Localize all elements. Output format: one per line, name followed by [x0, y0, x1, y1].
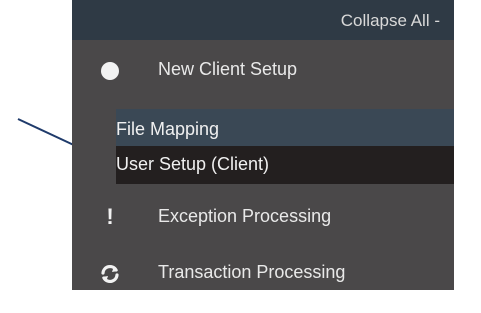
menu-item-label: New Client Setup — [158, 59, 298, 79]
submenu-item-user-setup[interactable]: User Setup (Client) — [116, 146, 454, 184]
submenu-item-label: User Setup (Client) — [116, 154, 270, 174]
panel-header: Collapse All - — [72, 0, 454, 40]
menu-item-label: Exception Processing — [158, 206, 332, 226]
menu-item-new-client-setup[interactable]: New Client Setup — [72, 53, 454, 87]
submenu-item-label: File Mapping — [116, 119, 220, 139]
menu-item-transaction-processing[interactable]: Transaction Processing — [72, 260, 454, 290]
collapse-all-button[interactable]: Collapse All - — [341, 11, 440, 31]
refresh-icon — [99, 263, 121, 285]
submenu-item-file-mapping[interactable]: File Mapping — [116, 109, 454, 151]
navigation-panel: Collapse All - New Client Setup File Map… — [72, 0, 454, 290]
menu-item-exception-processing[interactable]: ! Exception Processing — [72, 196, 454, 236]
menu-item-label: Transaction Processing — [158, 262, 346, 282]
exclamation-icon: ! — [106, 204, 114, 229]
circle-icon — [100, 61, 120, 81]
